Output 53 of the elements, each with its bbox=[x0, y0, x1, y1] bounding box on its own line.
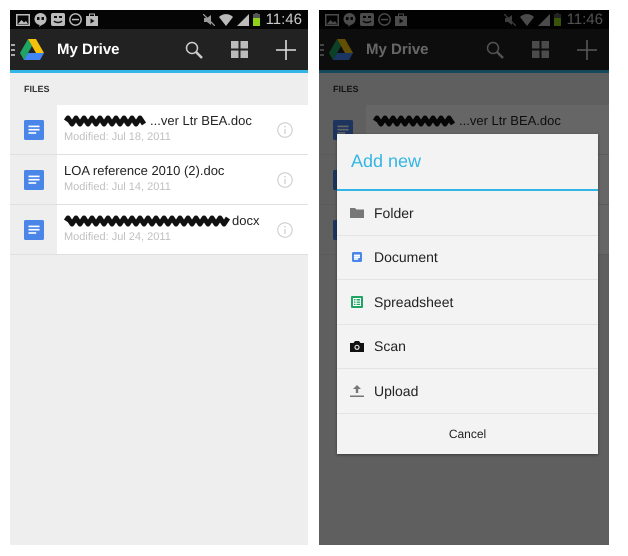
cancel-button[interactable]: Cancel bbox=[337, 414, 598, 454]
file-name[interactable]: docx bbox=[232, 213, 260, 228]
info-icon[interactable] bbox=[277, 122, 293, 138]
battery-icon bbox=[252, 13, 260, 26]
camera-icon bbox=[350, 340, 364, 352]
picture-icon bbox=[325, 14, 339, 26]
info-icon[interactable] bbox=[277, 222, 293, 238]
section-label: FILES bbox=[24, 84, 50, 94]
modified-date: Modified: Jul 18, 2011 bbox=[64, 131, 172, 143]
battery-icon bbox=[554, 13, 561, 26]
chat-bubble-icon bbox=[343, 12, 356, 26]
modified-date: Modified: Jul 24, 2011 bbox=[64, 231, 172, 243]
add-icon[interactable] bbox=[276, 40, 296, 60]
message-icon bbox=[51, 13, 65, 26]
mute-icon bbox=[504, 14, 516, 26]
shopping-bag-icon bbox=[86, 13, 98, 26]
document-icon bbox=[22, 168, 44, 190]
document-icon bbox=[351, 251, 363, 264]
grid-icon[interactable] bbox=[231, 41, 248, 58]
file-name[interactable]: ...ver Ltr BEA.doc bbox=[150, 113, 252, 128]
message-icon bbox=[360, 13, 374, 26]
drawer-icon[interactable] bbox=[11, 44, 15, 56]
dialog-title: Add new bbox=[351, 151, 422, 172]
picture-icon bbox=[16, 14, 30, 26]
clock: 11:46 bbox=[266, 11, 302, 28]
clock: 11:46 bbox=[566, 11, 603, 28]
document-icon bbox=[22, 118, 44, 140]
menu-item[interactable]: Folder bbox=[337, 191, 598, 236]
signal-icon bbox=[538, 14, 550, 26]
menu-item[interactable]: Upload bbox=[337, 369, 598, 414]
menu-item[interactable]: Scan bbox=[337, 324, 598, 369]
minus-circle-icon bbox=[69, 13, 82, 26]
info-icon[interactable] bbox=[277, 172, 293, 188]
spreadsheet-icon bbox=[351, 296, 363, 308]
section-label: FILES bbox=[333, 84, 359, 94]
drive-logo-icon[interactable] bbox=[20, 39, 44, 60]
shopping-bag-icon bbox=[395, 13, 407, 26]
menu-item[interactable]: Document bbox=[337, 236, 598, 280]
wifi-icon bbox=[218, 14, 233, 26]
document-icon bbox=[22, 218, 44, 240]
menu-item[interactable]: Spreadsheet bbox=[337, 280, 598, 324]
app-title: My Drive bbox=[366, 41, 429, 58]
mute-icon bbox=[202, 14, 215, 26]
minus-circle-icon bbox=[378, 13, 391, 26]
modified-date: Modified: Jul 14, 2011 bbox=[64, 181, 172, 193]
upload-icon bbox=[350, 384, 364, 397]
signal-icon bbox=[236, 14, 249, 26]
wifi-icon bbox=[520, 14, 534, 26]
app-title: My Drive bbox=[57, 41, 120, 58]
search-icon[interactable] bbox=[185, 40, 203, 58]
chat-bubble-icon bbox=[34, 12, 47, 26]
file-name[interactable]: LOA reference 2010 (2).doc bbox=[64, 163, 224, 178]
folder-icon bbox=[350, 207, 364, 218]
